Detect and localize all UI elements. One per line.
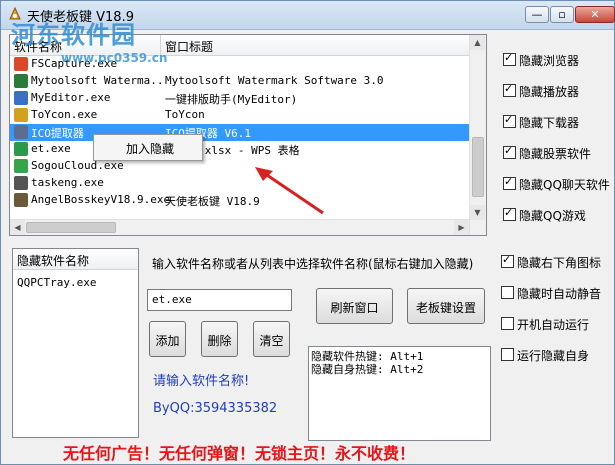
- app-row-icon: [14, 125, 28, 139]
- checkbox-label: 运行隐藏自身: [517, 349, 590, 363]
- horizontal-scrollbar[interactable]: ◀ ▶: [10, 219, 469, 235]
- checkbox-icon[interactable]: [501, 286, 514, 299]
- checkbox-icon[interactable]: [503, 206, 516, 221]
- window-title-cell: ToYcon: [165, 108, 205, 121]
- checkbox-icon[interactable]: [501, 317, 514, 330]
- checkbox-label: 隐藏右下角图标: [517, 256, 602, 270]
- process-name: AngelBosskeyV18.9.exe: [31, 193, 171, 206]
- instruction-text: 输入软件名称或者从列表中选择软件名称(鼠标右键加入隐藏): [152, 257, 474, 271]
- app-row-icon: [14, 91, 28, 105]
- qq-contact: ByQQ:3594335382: [153, 401, 278, 416]
- checkbox-label: 隐藏下载器: [519, 116, 580, 130]
- process-row[interactable]: ICO提取器 ICO提取器 V6.1: [10, 124, 470, 141]
- annotation-arrow-icon: [255, 167, 324, 215]
- watermark-url: www.pc0359.cn: [61, 51, 168, 65]
- checkbox-icon[interactable]: [503, 144, 516, 159]
- hotkey-info-box: 隐藏软件热键: Alt+1 隐藏自身热键: Alt+2: [308, 346, 491, 441]
- checkbox-icon[interactable]: [501, 253, 514, 268]
- process-row[interactable]: Mytoolsoft Waterma.. Mytoolsoft Watermark…: [10, 73, 470, 90]
- checkbox-icon[interactable]: [503, 175, 516, 190]
- hidden-list-header: 隐藏软件名称: [13, 249, 138, 270]
- checkbox-label: 隐藏QQ聊天软件: [519, 178, 610, 192]
- app-row-icon: [14, 57, 28, 71]
- maximize-button[interactable]: ▫: [550, 6, 574, 23]
- checkbox-icon[interactable]: [503, 51, 516, 66]
- app-row-icon: [14, 176, 28, 190]
- refresh-window-button[interactable]: 刷新窗口: [316, 288, 393, 324]
- checkbox-label: 隐藏播放器: [519, 85, 580, 99]
- checkbox-icon[interactable]: [503, 82, 516, 97]
- minimize-button[interactable]: —: [525, 6, 549, 23]
- bosskey-settings-button[interactable]: 老板键设置: [407, 288, 485, 324]
- close-icon: ✕: [590, 8, 600, 21]
- clear-button[interactable]: 清空: [253, 321, 290, 357]
- hidden-software-list[interactable]: 隐藏软件名称 QQPCTray.exe: [12, 248, 139, 438]
- checkbox-icon[interactable]: [501, 348, 514, 361]
- scroll-thumb[interactable]: [472, 137, 484, 197]
- process-name: et.exe: [31, 142, 71, 155]
- main-window: 天使老板键 V18.9 — ▫ ✕ 软件名称 窗口标题 FSCapture.ex…: [0, 0, 615, 465]
- process-row[interactable]: taskeng.exe: [10, 175, 470, 192]
- process-row[interactable]: et.exe 09-18.xlsx - WPS 表格: [10, 141, 470, 158]
- process-row[interactable]: MyEditor.exe 一键排版助手(MyEditor): [10, 90, 470, 107]
- hidden-list-item[interactable]: QQPCTray.exe: [17, 276, 96, 289]
- process-row[interactable]: ToYcon.exe ToYcon: [10, 107, 470, 124]
- software-name-input[interactable]: et.exe: [147, 289, 292, 311]
- prompt-text: 请输入软件名称!: [153, 374, 250, 389]
- scroll-up-icon[interactable]: ▲: [470, 35, 485, 50]
- vertical-scrollbar[interactable]: ▲ ▼: [469, 35, 486, 235]
- process-name: ICO提取器: [31, 127, 84, 140]
- column-header-title[interactable]: 窗口标题: [165, 38, 213, 55]
- add-button[interactable]: 添加: [149, 321, 186, 357]
- close-button[interactable]: ✕: [575, 6, 615, 23]
- process-name: MyEditor.exe: [31, 91, 111, 104]
- process-name: ToYcon.exe: [31, 108, 98, 121]
- context-menu: 加入隐藏: [93, 134, 203, 161]
- checkbox-label: 隐藏QQ游戏: [519, 209, 586, 223]
- process-name: Mytoolsoft Waterma..: [31, 74, 164, 87]
- checkbox-label: 隐藏时自动静音: [517, 287, 602, 301]
- hscroll-thumb[interactable]: [26, 222, 116, 233]
- app-row-icon: [14, 193, 28, 207]
- process-row[interactable]: AngelBosskeyV18.9.exe 天使老板键 V18.9: [10, 192, 470, 209]
- window-title-cell: Mytoolsoft Watermark Software 3.0: [165, 74, 384, 87]
- checkbox-icon[interactable]: [503, 113, 516, 128]
- scroll-left-icon[interactable]: ◀: [10, 220, 25, 235]
- delete-button[interactable]: 删除: [201, 321, 238, 357]
- process-row[interactable]: SogouCloud.exe: [10, 158, 470, 175]
- scroll-right-icon[interactable]: ▶: [454, 220, 469, 235]
- app-row-icon: [14, 108, 28, 122]
- checkbox-label: 开机自动运行: [517, 318, 590, 332]
- hotkey-hide-self: 隐藏自身热键: Alt+2: [311, 363, 424, 376]
- app-row-icon: [14, 142, 28, 156]
- app-row-icon: [14, 74, 28, 88]
- checkbox-label: 隐藏浏览器: [519, 54, 580, 68]
- watermark-logo: 河东软件园: [11, 21, 136, 49]
- minimize-icon: —: [531, 8, 543, 21]
- footer-slogan: 无任何广告！无任何弹窗！无锁主页！永不收费！: [63, 444, 416, 463]
- window-title-cell: 一键排版助手(MyEditor): [165, 93, 298, 106]
- scroll-down-icon[interactable]: ▼: [470, 205, 485, 220]
- window-title-cell: 天使老板键 V18.9: [165, 195, 260, 208]
- maximize-icon: ▫: [558, 8, 566, 21]
- process-name: taskeng.exe: [31, 176, 104, 189]
- checkbox-label: 隐藏股票软件: [519, 147, 592, 161]
- context-menu-add-hide[interactable]: 加入隐藏: [126, 140, 174, 157]
- app-row-icon: [14, 159, 28, 173]
